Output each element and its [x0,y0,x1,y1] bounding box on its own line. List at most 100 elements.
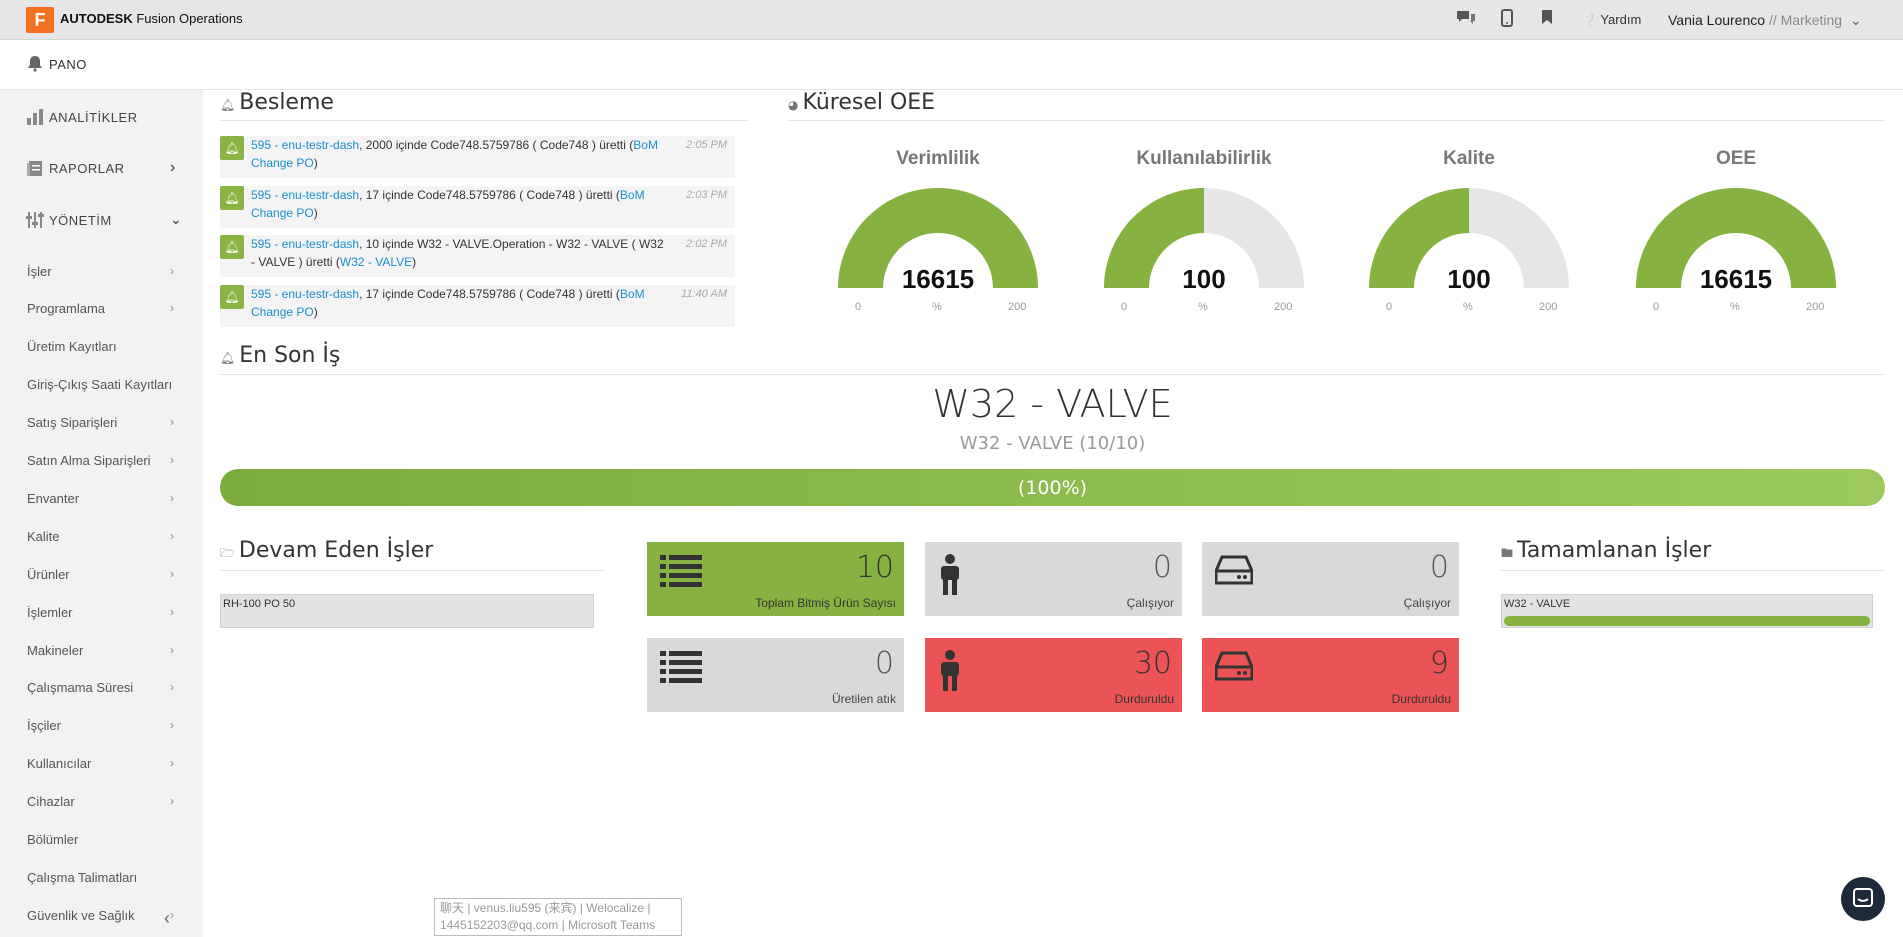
feed-actor-link[interactable]: 595 - enu-testr-dash [251,138,359,152]
bell-icon: 🔔︎ [220,98,236,112]
sidebar-item-label: YÖNETİM [49,213,112,228]
brand-product: Fusion Operations [136,11,243,26]
sidebar-subitem[interactable]: Güvenlik ve Sağlık › [0,908,203,928]
sidebar-subitem[interactable]: Kalite › [0,529,203,549]
ongoing-job-row[interactable]: RH-100 PO 50 [220,594,594,628]
chevron-right-icon: › [170,718,174,732]
bell-icon [26,54,44,72]
sidebar-subitem[interactable]: Kullanıcılar › [0,756,203,776]
chevron-right-icon: › [170,680,174,694]
chevron-right-icon: › [170,415,174,429]
bell-icon: 🔔︎ [220,351,236,365]
stat-label: Üretilen atık [831,692,896,706]
feed-time: 11:40 AM [681,288,727,300]
bar-chart-icon [26,108,44,126]
sidebar-subitem[interactable]: Bölümler [0,832,203,852]
feed-target-link[interactable]: W32 - VALVE [340,255,412,269]
user-menu[interactable]: Vania Lourenco // Marketing ⌄ [1668,12,1862,29]
tooltip-line-2: 1445152203@qq.com | Microsoft Teams [440,918,656,932]
sidebar-subitem-label: Programlama [27,301,106,316]
chevron-right-icon: › [170,756,174,770]
sidebar-subitem[interactable]: Programlama › [0,301,203,321]
job-name[interactable]: W32 - VALVE [220,382,1885,426]
chevron-right-icon: › [170,908,174,922]
ongoing-job-label: RH-100 PO 50 [223,598,296,610]
sidebar-subitem-label: İşler [27,264,52,279]
chat-launcher-button[interactable] [1841,877,1885,921]
sidebar-subitem[interactable]: Çalışmama Süresi › [0,680,203,700]
completed-job-row[interactable]: W32 - VALVE [1501,594,1873,628]
bookmark-icon[interactable] [1541,9,1553,31]
folder-open-icon: 🗁︎ [220,546,235,560]
completed-title: 🖿︎ Tamamlanan İşler [1501,538,1711,565]
sidebar-subitem[interactable]: Cihazlar › [0,794,203,814]
drive-icon [1214,554,1254,591]
feed-time: 2:02 PM [686,238,727,250]
sidebar-item-reports[interactable]: RAPORLAR › [0,159,203,179]
feed-message: , 17 içinde Code748.5759786 ( Code748 ) … [359,287,620,301]
brand-name: AUTODESK Fusion Operations [60,11,243,26]
feed-actor-link[interactable]: 595 - enu-testr-dash [251,237,359,251]
stat-tile: 9 Durduruldu [1202,638,1459,712]
stat-tile: 0 Üretilen atık [647,638,904,712]
sidebar-subitem[interactable]: Giriş-Çıkış Saati Kayıtları [0,377,203,397]
sidebar-subitem-label: Ürünler [27,567,70,582]
sidebar-subitem[interactable]: İşler › [0,264,203,284]
mobile-icon[interactable] [1501,9,1513,31]
chat-bubble-icon [1853,888,1873,907]
feed-actor-link[interactable]: 595 - enu-testr-dash [251,188,359,202]
gauge: OEE 16615 0% 200 [1626,148,1846,318]
sidebar-subitem[interactable]: Envanter › [0,491,203,511]
feed-tail: ) [313,206,318,220]
sidebar-subitem[interactable]: Satış Siparişleri › [0,415,203,435]
chat-icon[interactable] [1455,9,1477,31]
feed-title: 🔔︎ Besleme [220,90,334,115]
feed-message: , 17 içinde Code748.5759786 ( Code748 ) … [359,188,620,202]
stat-value: 0 [1429,550,1449,585]
chevron-down-icon: ⌄ [170,211,182,227]
feed-actor-link[interactable]: 595 - enu-testr-dash [251,287,359,301]
sidebar-item-management[interactable]: YÖNETİM ⌄ [0,211,203,231]
sidebar-subitem[interactable]: İşçiler › [0,718,203,738]
completed-job-label: W32 - VALVE [1504,598,1571,610]
bell-icon: 🔔︎ [220,186,244,210]
feed-time: 2:03 PM [686,189,727,201]
question-icon: ❔ [1582,13,1597,27]
gauge-unit: % [1198,301,1208,313]
top-bar: F AUTODESK Fusion Operations ❔ Yardım Va… [0,0,1903,40]
gauge-max: 200 [1274,301,1293,313]
gauge-max: 200 [1806,301,1825,313]
sidebar-subitem-label: Cihazlar [27,794,75,809]
sidebar-subitem[interactable]: Makineler › [0,643,203,663]
gauge-min: 0 [855,301,862,313]
feed-item: 🔔︎ 595 - enu-testr-dash, 17 içinde Code74… [220,285,735,327]
chevron-right-icon: › [170,491,174,505]
gauge-min: 0 [1653,301,1660,313]
sidebar-subitem[interactable]: Ürünler › [0,567,203,587]
help-link[interactable]: ❔ Yardım [1582,12,1641,27]
gauge-unit: % [1463,301,1473,313]
help-label: Yardım [1600,12,1642,27]
sidebar-subitem[interactable]: Çalışma Talimatları [0,870,203,890]
sidebar-subitem[interactable]: İşlemler › [0,605,203,625]
fusion-logo[interactable]: F [26,7,54,33]
stat-label: Toplam Bitmiş Ürün Sayısı [755,596,896,610]
drive-icon [1214,650,1254,687]
gauge: Kalite 100 0% 200 [1359,148,1579,318]
sidebar-item-analytics[interactable]: ANALİTİKLER [0,108,203,128]
collapse-sidebar-icon[interactable]: ‹ [164,908,170,929]
gauge-value: 16615 [1699,264,1773,294]
chevron-down-icon: ⌄ [1849,12,1862,28]
ongoing-divider [220,570,605,571]
gauge-title: Kullanılabilirlik [1136,148,1272,169]
completed-job-progress [1504,616,1870,626]
dashboard-label[interactable]: PANO [49,57,87,72]
dashboard-bar: PANO [0,40,1903,90]
sidebar-subitem[interactable]: Satın Alma Siparişleri › [0,453,203,473]
sidebar-subitem-label: Satış Siparişleri [27,415,118,430]
sidebar-subitem[interactable]: Üretim Kayıtları [0,339,203,359]
brand-bold: AUTODESK [60,11,133,26]
stat-value: 0 [1152,550,1172,585]
sidebar-subitem-label: Envanter [27,491,80,506]
sliders-icon [26,211,44,229]
